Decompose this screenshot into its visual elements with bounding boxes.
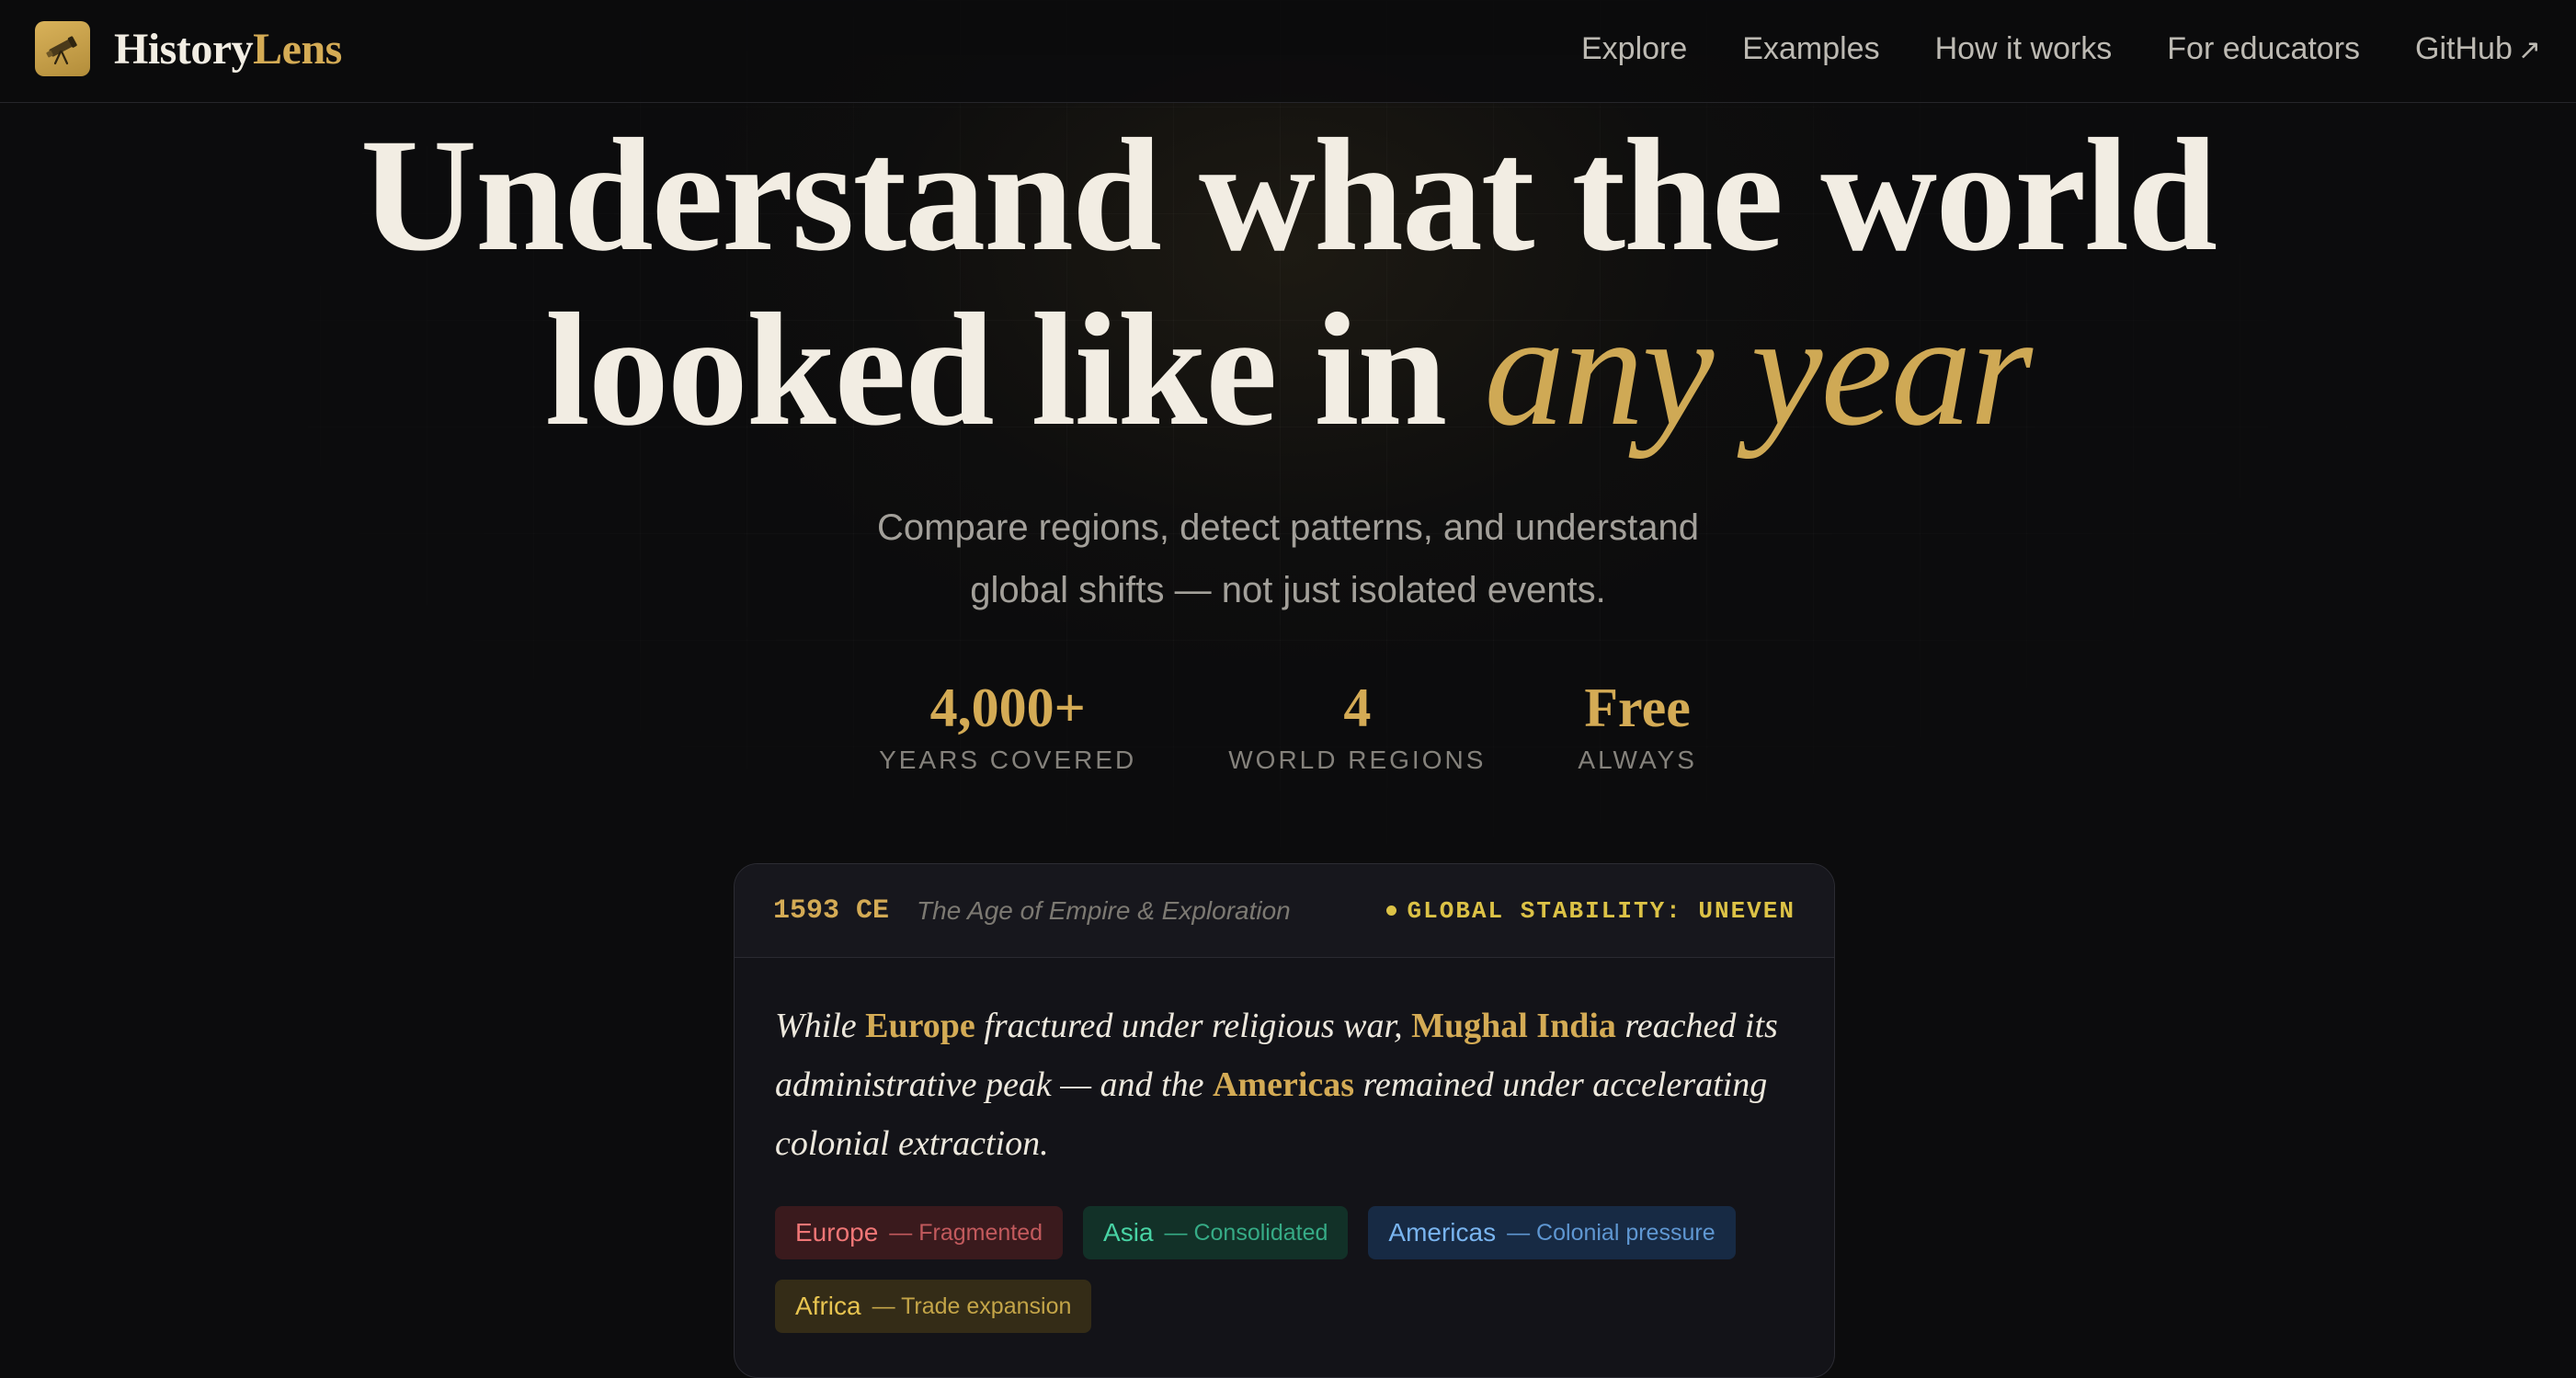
stability-status: GLOBAL STABILITY: UNEVEN xyxy=(1385,896,1795,925)
stability-status-label: GLOBAL STABILITY: UNEVEN xyxy=(1407,896,1795,925)
hero-title-line-1: Understand what the world xyxy=(359,106,2217,285)
tag-region: Americas xyxy=(1388,1218,1497,1247)
year-preview-card: 1593 CE The Age of Empire & Exploration … xyxy=(734,863,1835,1378)
card-body: While Europe fractured under religious w… xyxy=(735,958,1834,1333)
hero-subtitle: Compare regions, detect patterns, and un… xyxy=(0,496,2576,621)
tag-region: Europe xyxy=(795,1218,879,1247)
brand-name: HistoryLens xyxy=(114,24,342,74)
nav-links: Explore Examples How it works For educat… xyxy=(1581,0,2541,97)
tag-description: — Trade expansion xyxy=(872,1293,1072,1319)
telescope-icon xyxy=(35,21,90,76)
tag-region: Africa xyxy=(795,1292,861,1320)
stats-row: 4,000+ YEARS COVERED 4 WORLD REGIONS Fre… xyxy=(0,676,2576,775)
hero-subtitle-line-2: global shifts — not just isolated events… xyxy=(970,570,1606,610)
highlight-mughal-india: Mughal India xyxy=(1411,1007,1616,1045)
stat-years-covered: 4,000+ YEARS COVERED xyxy=(879,676,1136,775)
stat-label: YEARS COVERED xyxy=(879,746,1137,774)
stat-value: 4,000+ xyxy=(929,678,1086,738)
nav-link-for-educators[interactable]: For educators xyxy=(2167,31,2360,67)
status-dot-icon xyxy=(1385,905,1396,916)
top-navbar: HistoryLens Explore Examples How it work… xyxy=(0,0,2576,103)
hero-title-line-2: looked like in any year xyxy=(544,280,2033,460)
region-tag-europe[interactable]: Europe — Fragmented xyxy=(775,1206,1064,1259)
card-era: The Age of Empire & Exploration xyxy=(917,895,1291,925)
nav-link-github[interactable]: GitHub ↗ xyxy=(2415,31,2541,67)
hero-title-emphasis: any year xyxy=(1484,280,2033,460)
external-link-arrow-icon: ↗ xyxy=(2517,34,2541,65)
highlight-americas: Americas xyxy=(1212,1065,1355,1104)
nav-link-examples[interactable]: Examples xyxy=(1742,31,1879,67)
stat-free-always: Free ALWAYS xyxy=(1578,676,1697,775)
nav-link-how-it-works[interactable]: How it works xyxy=(1935,31,2113,67)
tag-region: Asia xyxy=(1103,1218,1154,1247)
hero-subtitle-line-1: Compare regions, detect patterns, and un… xyxy=(877,507,1699,548)
region-tag-africa[interactable]: Africa — Trade expansion xyxy=(775,1280,1092,1333)
card-header: 1593 CE The Age of Empire & Exploration … xyxy=(735,864,1834,958)
brand-home-link[interactable]: HistoryLens xyxy=(35,21,342,76)
tag-description: — Consolidated xyxy=(1164,1219,1328,1246)
region-tag-americas[interactable]: Americas — Colonial pressure xyxy=(1368,1206,1736,1259)
stat-value: Free xyxy=(1584,678,1691,738)
stat-label: WORLD REGIONS xyxy=(1228,746,1487,774)
tag-description: — Fragmented xyxy=(889,1219,1043,1246)
highlight-europe: Europe xyxy=(865,1007,975,1045)
stat-label: ALWAYS xyxy=(1578,746,1697,774)
stat-world-regions: 4 WORLD REGIONS xyxy=(1228,676,1486,775)
github-label: GitHub xyxy=(2415,30,2513,66)
hero-title: Understand what the world looked like in… xyxy=(0,108,2576,458)
region-tags: Europe — Fragmented Asia — Consolidated … xyxy=(775,1206,1786,1333)
tag-description: — Colonial pressure xyxy=(1507,1219,1715,1246)
card-year: 1593 CE xyxy=(773,894,890,927)
nav-link-explore[interactable]: Explore xyxy=(1581,31,1687,67)
region-tag-asia[interactable]: Asia — Consolidated xyxy=(1083,1206,1349,1259)
card-narrative: While Europe fractured under religious w… xyxy=(775,1007,1778,1163)
stat-value: 4 xyxy=(1343,678,1372,738)
